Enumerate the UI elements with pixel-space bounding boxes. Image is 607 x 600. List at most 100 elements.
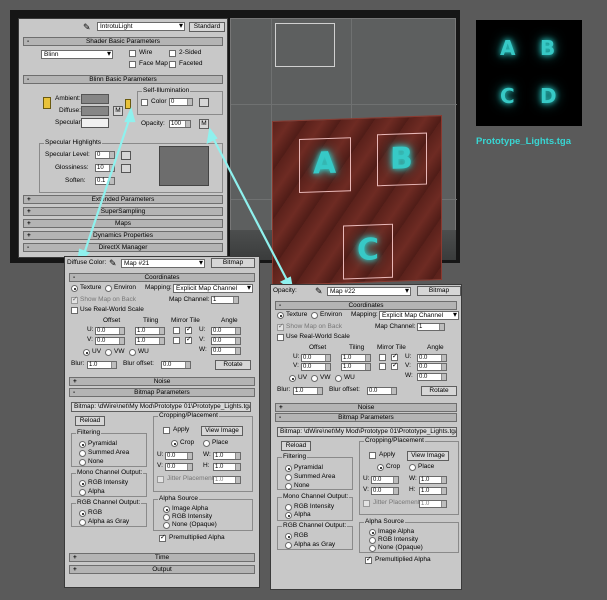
right-v-mirror-checkbox[interactable] [379, 363, 386, 370]
right-reload-button[interactable]: Reload [281, 441, 311, 451]
rollout-supersampling[interactable]: + SuperSampling [23, 207, 223, 216]
right-u-tile-checkbox[interactable] [391, 352, 398, 361]
right-rotate-button[interactable]: Rotate [421, 386, 457, 396]
left-u-angle-spinner[interactable]: 0.0 [211, 327, 241, 335]
eyedropper-icon[interactable]: ✎ [83, 22, 91, 33]
left-reload-button[interactable]: Reload [75, 416, 105, 426]
left-v-mirror-checkbox[interactable] [173, 337, 180, 344]
left-filter-pyramidal-radio[interactable] [79, 441, 86, 448]
right-uv-radio[interactable] [289, 375, 296, 382]
left-crop-w-spinner[interactable]: 1.0 [213, 452, 241, 460]
right-u-tiling-spinner[interactable]: 1.0 [341, 354, 371, 362]
glossiness-spinner[interactable]: 10 [95, 164, 115, 172]
left-blur-offset-spinner[interactable]: 0.0 [161, 361, 191, 369]
right-u-mirror-checkbox[interactable] [379, 354, 386, 361]
left-wu-radio[interactable] [129, 349, 136, 356]
right-alphasrc-rgb_intensity-radio[interactable] [369, 537, 376, 544]
lock-ambient-diffuse-icon[interactable] [43, 97, 51, 109]
left-rollout-time[interactable]: + Time [69, 553, 255, 562]
two-sided-checkbox[interactable] [169, 50, 176, 57]
left-alphasrc-image_alpha-radio[interactable] [163, 506, 170, 513]
right-vw-radio[interactable] [311, 375, 318, 382]
rollout-extended[interactable]: + Extended Parameters [23, 195, 223, 204]
face-map-checkbox[interactable] [129, 61, 136, 68]
right-rollout-noise[interactable]: + Noise [275, 403, 457, 412]
left-crop-radio[interactable] [171, 440, 178, 447]
right-premultiplied-checkbox[interactable] [365, 555, 372, 564]
self-illum-spinner[interactable]: 0 [169, 98, 193, 106]
right-rollout-coordinates[interactable]: - Coordinates [275, 301, 457, 310]
right-crop-radio[interactable] [377, 464, 384, 471]
left-crop-u-spinner[interactable]: 0.0 [165, 452, 193, 460]
left-mono-alpha-radio[interactable] [79, 489, 86, 496]
right-map-type-button[interactable]: Bitmap [417, 286, 461, 296]
right-alphasrc-image_alpha-radio[interactable] [369, 529, 376, 536]
right-eyedropper-icon[interactable]: ✎ [315, 286, 323, 297]
right-rgbout-rgb-radio[interactable] [285, 533, 292, 540]
left-map-channel-spinner[interactable]: 1 [211, 296, 239, 304]
right-blur-spinner[interactable]: 1.0 [293, 387, 323, 395]
right-u-angle-spinner[interactable]: 0.0 [417, 354, 447, 362]
left-texture-radio[interactable] [71, 285, 78, 292]
spec-level-map-button[interactable] [121, 151, 131, 160]
left-apply-checkbox[interactable] [163, 427, 170, 434]
right-blur-offset-spinner[interactable]: 0.0 [367, 387, 397, 395]
left-map-name-dropdown[interactable]: Map #21 [121, 259, 205, 268]
left-alphasrc-none_opaque-radio[interactable] [163, 522, 170, 529]
right-wu-radio[interactable] [335, 375, 342, 382]
left-premultiplied-checkbox[interactable] [159, 533, 166, 542]
soften-spinner[interactable]: 0.1 [95, 177, 115, 185]
right-v-offset-spinner[interactable]: 0.0 [301, 363, 331, 371]
left-vw-radio[interactable] [105, 349, 112, 356]
left-uv-radio[interactable] [83, 349, 90, 356]
right-apply-checkbox[interactable] [369, 452, 376, 459]
right-v-tile-checkbox[interactable] [391, 361, 398, 370]
right-v-angle-spinner[interactable]: 0.0 [417, 363, 447, 371]
diffuse-map-button[interactable]: M [113, 106, 123, 116]
left-rollout-bitmap-params[interactable]: - Bitmap Parameters [69, 388, 255, 397]
left-filter-none-radio[interactable] [79, 459, 86, 466]
faceted-checkbox[interactable] [169, 61, 176, 68]
right-v-tiling-spinner[interactable]: 1.0 [341, 363, 371, 371]
left-place-radio[interactable] [203, 440, 210, 447]
opacity-spinner[interactable]: 100 [169, 120, 191, 128]
right-mono-rgb_intensity-radio[interactable] [285, 504, 292, 511]
left-rgbout-rgb-radio[interactable] [79, 510, 86, 517]
left-view-image-button[interactable]: View Image [201, 426, 243, 436]
left-environ-radio[interactable] [105, 285, 112, 292]
right-crop-u-spinner[interactable]: 0.0 [371, 476, 399, 484]
left-v-offset-spinner[interactable]: 0.0 [95, 337, 125, 345]
right-jitter-spinner[interactable]: 1.0 [419, 500, 447, 508]
self-illum-map-button[interactable] [199, 98, 209, 107]
ambient-swatch[interactable] [81, 94, 109, 104]
left-bitmap-path-button[interactable]: Bitmap: \dWire\net\My Mod\Prototype 01\P… [71, 402, 251, 412]
right-crop-v-spinner[interactable]: 0.0 [371, 487, 399, 495]
right-map-channel-spinner[interactable]: 1 [417, 323, 445, 331]
material-type-button[interactable]: Standard [189, 22, 225, 32]
left-crop-v-spinner[interactable]: 0.0 [165, 463, 193, 471]
shader-dropdown[interactable]: Blinn [41, 50, 113, 59]
rollout-dynamics[interactable]: + Dynamics Properties [23, 231, 223, 240]
right-alphasrc-none_opaque-radio[interactable] [369, 545, 376, 552]
rollout-directx[interactable]: - DirectX Manager [23, 243, 223, 252]
right-filter-pyramidal-radio[interactable] [285, 465, 292, 472]
wire-checkbox[interactable] [129, 50, 136, 57]
right-filter-none-radio[interactable] [285, 483, 292, 490]
left-v-tiling-spinner[interactable]: 1.0 [135, 337, 165, 345]
left-jitter-spinner[interactable]: 1.0 [213, 476, 241, 484]
right-mapping-dropdown[interactable]: Explicit Map Channel [379, 311, 459, 320]
specular-swatch[interactable] [81, 118, 109, 128]
left-rollout-coordinates[interactable]: - Coordinates [69, 273, 255, 282]
left-rollout-output[interactable]: + Output [69, 565, 255, 574]
rollout-maps[interactable]: + Maps [23, 219, 223, 228]
left-rotate-button[interactable]: Rotate [215, 360, 251, 370]
right-mono-alpha-radio[interactable] [285, 512, 292, 519]
rollout-blinn-basic[interactable]: - Blinn Basic Parameters [23, 75, 223, 84]
opacity-map-button[interactable]: M [199, 119, 209, 129]
right-place-radio[interactable] [409, 464, 416, 471]
right-rgbout-alpha_as_gray-radio[interactable] [285, 542, 292, 549]
material-name-dropdown[interactable]: IntrotuLight [97, 22, 185, 31]
left-map-type-button[interactable]: Bitmap [211, 258, 255, 268]
lock-specular-icon[interactable] [125, 99, 131, 109]
right-view-image-button[interactable]: View Image [407, 451, 449, 461]
